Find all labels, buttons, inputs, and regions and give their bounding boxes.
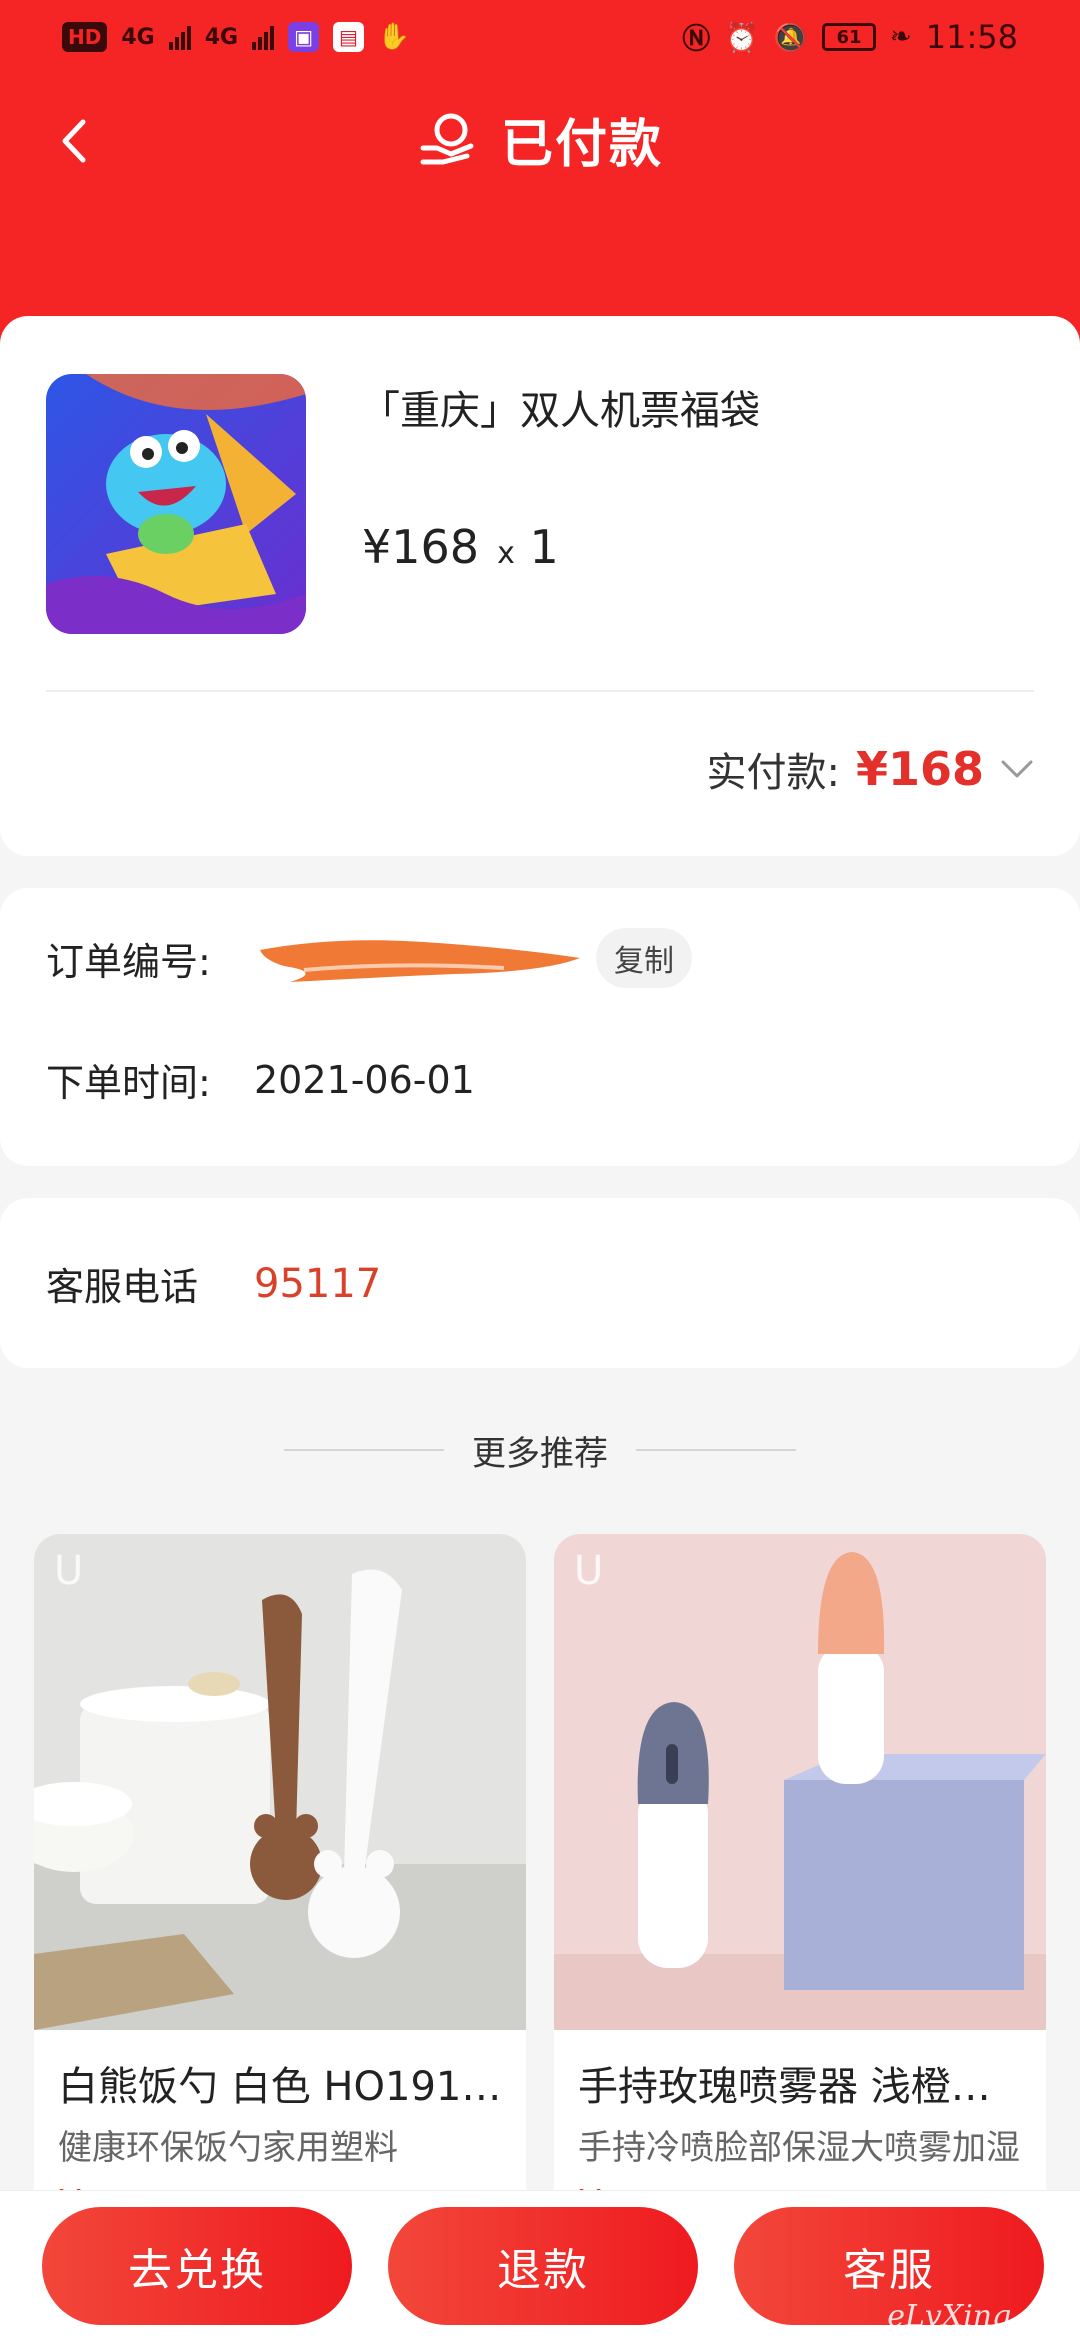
bottom-action-bar: 去兑换 退款 客服 eLvXing.net [0,2190,1080,2340]
product-image[interactable] [46,374,306,634]
product-card: 「重庆」双人机票福袋 ¥168 x 1 实付款: ¥168 [0,316,1080,856]
chevron-left-icon [62,119,86,163]
recommend-header: 更多推荐 [0,1420,1080,1480]
hand-coin-icon [420,113,474,165]
header: HD 4G 4G ▣ ▤ ✋ Ⓝ ⏰ 🔕 61 ❧ 11:58 已付款 [0,0,1080,370]
svg-text:U: U [574,1548,603,1594]
product-price: ¥168 [362,520,480,574]
battery-icon: 61 [821,23,876,51]
divider-line-left [284,1449,444,1451]
watermark: eLvXing.net [887,2299,1070,2334]
goods-title: 手持玫瑰喷雾器 浅橙色... [578,2064,1028,2110]
signal-icon-2 [252,24,275,50]
goods-card[interactable]: U 手持玫瑰喷雾器 浅橙色... 手持冷喷脸部保湿大喷雾加湿 ¥ [554,1534,1046,2254]
app-notification-icon-2: ▤ [333,22,364,52]
chevron-down-icon[interactable] [1000,758,1034,780]
paid-amount-row[interactable]: 实付款: ¥168 [706,740,1034,798]
goods-image: U [34,1534,526,2030]
refund-button[interactable]: 退款 [388,2207,698,2325]
order-number-row: 订单编号: 复制 [46,928,692,988]
hand-icon: ✋ [377,22,411,52]
status-right: Ⓝ ⏰ 🔕 61 ❧ 11:58 [682,17,1018,57]
goods-title: 白熊饭勺 白色 HO1911... [58,2064,508,2110]
status-left: HD 4G 4G ▣ ▤ ✋ [62,22,410,52]
order-info-card: 订单编号: 复制 下单时间: 2021-06-01 [0,888,1080,1166]
app-notification-icon: ▣ [288,22,319,52]
nav-bar: 已付款 [0,84,1080,194]
order-time-label: 下单时间: [46,1061,211,1105]
service-phone-link[interactable]: 95117 [254,1261,381,1307]
service-card: 客服电话 95117 [0,1198,1080,1368]
leaf-icon: ❧ [889,22,912,52]
quantity-multiplier: x [497,536,515,571]
order-number-label: 订单编号: [46,939,211,984]
order-time-row: 下单时间: 2021-06-01 [46,1052,475,1107]
signal-icon [168,24,191,50]
recommend-title: 更多推荐 [472,1433,608,1474]
title-wrap: 已付款 [417,102,663,177]
alarm-icon: ⏰ [724,20,760,54]
product-name: 「重庆」双人机票福袋 [360,388,760,434]
order-time-value: 2021-06-01 [254,1057,475,1102]
goods-image: U [554,1534,1046,2030]
service-label: 客服电话 [46,1265,199,1309]
page-title: 已付款 [500,114,663,175]
svg-text:U: U [54,1548,83,1594]
network-label-2: 4G [204,24,239,50]
divider [46,690,1034,692]
network-label-1: 4G [121,24,155,50]
divider-line-right [636,1449,796,1451]
hd-badge: HD [62,22,108,52]
nfc-icon: Ⓝ [682,22,711,55]
order-detail-page: HD 4G 4G ▣ ▤ ✋ Ⓝ ⏰ 🔕 61 ❧ 11:58 已付款 「重庆」… [0,0,1080,2340]
paid-label: 实付款: [706,750,840,796]
goods-desc: 手持冷喷脸部保湿大喷雾加湿 [578,2128,1020,2168]
status-bar: HD 4G 4G ▣ ▤ ✋ Ⓝ ⏰ 🔕 61 ❧ 11:58 [0,0,1080,74]
service-row: 客服电话 95117 [46,1256,381,1311]
goods-desc: 健康环保饭勺家用塑料 [58,2128,398,2168]
product-price-row: ¥168 x 1 [362,520,559,574]
copy-button[interactable]: 复制 [596,928,692,988]
product-quantity: 1 [529,520,559,574]
clock: 11:58 [925,18,1018,56]
mute-icon: 🔕 [773,20,808,54]
back-button[interactable] [40,106,110,176]
goods-card[interactable]: U 白熊饭勺 白色 HO1911... 健康环保饭勺家用塑料 ¥ [34,1534,526,2254]
redacted-order-number [254,928,584,988]
redeem-button[interactable]: 去兑换 [42,2207,352,2325]
paid-amount: ¥168 [855,742,984,796]
